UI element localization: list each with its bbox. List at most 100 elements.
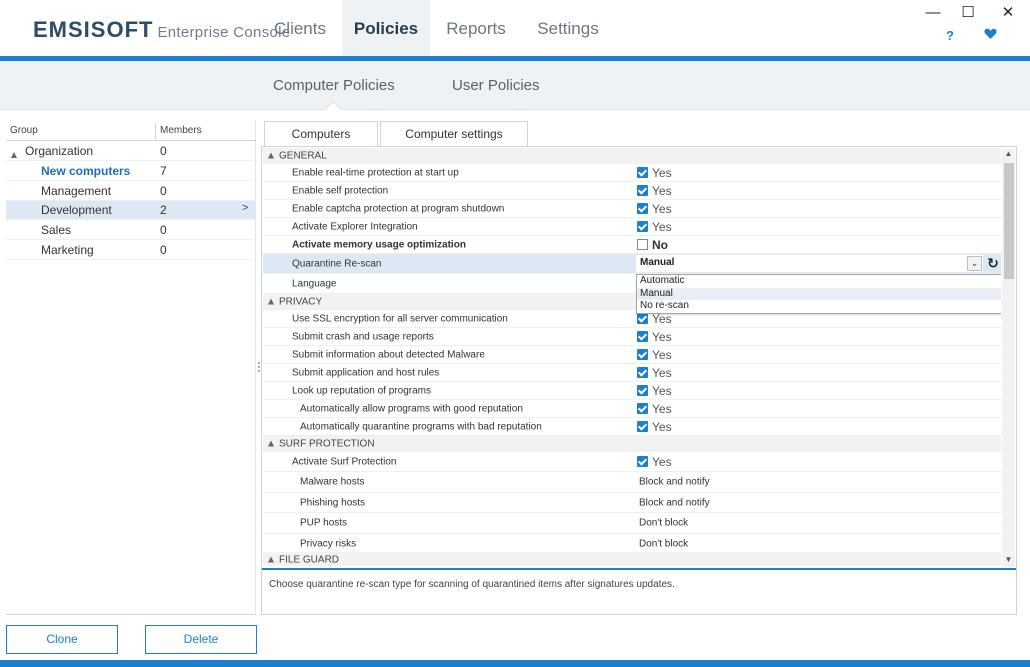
- clone-button[interactable]: Clone: [6, 625, 118, 654]
- scroll-down-icon[interactable]: ▼: [1002, 555, 1015, 567]
- group-row-new-computers[interactable]: New computers 7: [6, 162, 256, 181]
- tab-clients[interactable]: Clients: [258, 0, 342, 57]
- checkbox-checked-icon[interactable]: [637, 456, 648, 467]
- column-header-group[interactable]: Group: [10, 125, 38, 136]
- setting-value[interactable]: Yes: [637, 455, 672, 469]
- checkbox-checked-icon[interactable]: [637, 313, 648, 324]
- checkbox-checked-icon[interactable]: [637, 367, 648, 378]
- selected-value: Manual: [640, 257, 675, 268]
- setting-label: Malware hosts: [300, 476, 365, 488]
- group-name: Development: [41, 203, 112, 217]
- setting-value[interactable]: Yes: [637, 366, 672, 380]
- value-text: Yes: [652, 347, 672, 362]
- checkbox-checked-icon[interactable]: [637, 221, 648, 232]
- group-row-marketing[interactable]: Marketing 0: [6, 241, 256, 260]
- setting-row: Submit application and host rules Yes: [263, 364, 1001, 382]
- setting-row: Enable real-time protection at start up …: [263, 164, 1001, 182]
- quarantine-rescan-select[interactable]: Manual: [636, 255, 983, 272]
- group-members-count: 2: [160, 203, 167, 217]
- section-title: SURF PROTECTION: [279, 438, 375, 449]
- setting-value[interactable]: Block and notify: [639, 497, 710, 508]
- checkbox-checked-icon[interactable]: [637, 421, 648, 432]
- value-text: Yes: [652, 219, 672, 234]
- quarantine-rescan-options: Automatic Manual No re-scan: [636, 274, 1001, 314]
- checkbox-checked-icon[interactable]: [637, 349, 648, 360]
- collapse-icon[interactable]: [268, 554, 274, 565]
- setting-description: Choose quarantine re-scan type for scann…: [269, 579, 675, 590]
- tab-policies[interactable]: Policies: [342, 0, 430, 57]
- setting-row: PUP hosts Don't block: [263, 513, 1001, 534]
- collapse-icon[interactable]: [268, 150, 274, 161]
- tab-computer-settings[interactable]: Computer settings: [380, 121, 528, 148]
- setting-value[interactable]: Yes: [637, 348, 672, 362]
- setting-value[interactable]: Don't block: [639, 538, 688, 549]
- setting-label: Privacy risks: [300, 538, 357, 549]
- collapse-icon[interactable]: [11, 147, 17, 161]
- checkbox-unchecked-icon[interactable]: [637, 239, 648, 250]
- option-automatic[interactable]: Automatic: [637, 275, 1001, 288]
- delete-button[interactable]: Delete: [145, 625, 257, 654]
- tab-computers[interactable]: Computers: [264, 121, 378, 147]
- heart-icon[interactable]: [980, 28, 1000, 46]
- setting-label: Quarantine Re-scan: [292, 258, 382, 269]
- setting-label: Automatically quarantine programs with b…: [300, 421, 542, 432]
- section-surf-protection[interactable]: SURF PROTECTION: [263, 436, 1001, 452]
- setting-value[interactable]: Yes: [637, 330, 672, 344]
- collapse-icon[interactable]: [268, 438, 274, 449]
- setting-value[interactable]: Yes: [637, 402, 672, 416]
- setting-value[interactable]: Yes: [637, 220, 672, 234]
- scroll-up-icon[interactable]: ▲: [1002, 149, 1015, 161]
- chevron-down-icon[interactable]: ⌄: [967, 256, 982, 271]
- settings-grid: GENERAL Enable real-time protection at s…: [263, 148, 1001, 566]
- value-text: Yes: [652, 365, 672, 380]
- help-icon[interactable]: ?: [940, 28, 960, 46]
- setting-value[interactable]: No: [637, 238, 668, 252]
- scrollbar-thumb[interactable]: [1004, 163, 1014, 279]
- reset-icon[interactable]: ↻: [985, 255, 1001, 271]
- subtab-user-policies[interactable]: User Policies: [452, 77, 540, 94]
- option-manual[interactable]: Manual: [637, 287, 1001, 301]
- setting-value[interactable]: Yes: [637, 184, 672, 198]
- close-icon[interactable]: ✕: [997, 4, 1019, 22]
- setting-label: Use SSL encryption for all server commun…: [292, 313, 508, 324]
- setting-value[interactable]: Block and notify: [639, 477, 710, 488]
- setting-label: Enable captcha protection at program shu…: [292, 203, 505, 214]
- group-row-sales[interactable]: Sales 0: [6, 221, 256, 240]
- setting-value[interactable]: Yes: [637, 384, 672, 398]
- group-members-count: 0: [160, 144, 167, 158]
- checkbox-checked-icon[interactable]: [637, 403, 648, 414]
- option-no-rescan[interactable]: No re-scan: [637, 300, 1001, 313]
- group-row-organization[interactable]: Organization 0: [6, 142, 256, 161]
- section-general[interactable]: GENERAL: [263, 148, 1001, 164]
- setting-label: Activate Surf Protection: [292, 456, 397, 467]
- setting-value[interactable]: Yes: [637, 420, 672, 434]
- column-header-members[interactable]: Members: [160, 125, 202, 136]
- title-bar: EMSISOFT Enterprise Console Clients Polic…: [0, 0, 1030, 57]
- collapse-icon[interactable]: [268, 296, 274, 307]
- value-text: Yes: [652, 419, 672, 434]
- setting-label: PUP hosts: [300, 517, 348, 529]
- checkbox-checked-icon[interactable]: [637, 331, 648, 342]
- maximize-icon[interactable]: ☐: [957, 4, 979, 22]
- vertical-scrollbar[interactable]: ▲ ▼: [1002, 149, 1015, 567]
- checkbox-checked-icon[interactable]: [637, 167, 648, 178]
- column-divider[interactable]: [155, 123, 156, 139]
- setting-label: Enable self protection: [292, 185, 389, 196]
- subtab-computer-policies[interactable]: Computer Policies: [273, 77, 395, 94]
- group-tree-header: Group Members: [6, 121, 256, 141]
- sub-navigation: Computer Policies User Policies: [0, 61, 1030, 110]
- section-file-guard[interactable]: FILE GUARD: [263, 552, 1001, 566]
- group-row-development[interactable]: Development 2 >: [6, 201, 256, 220]
- brand-name: EMSISOFT: [33, 17, 154, 42]
- checkbox-checked-icon[interactable]: [637, 185, 648, 196]
- group-row-management[interactable]: Management 0: [6, 182, 256, 201]
- checkbox-checked-icon[interactable]: [637, 203, 648, 214]
- tab-settings[interactable]: Settings: [522, 0, 614, 57]
- checkbox-checked-icon[interactable]: [637, 385, 648, 396]
- setting-row: Look up reputation of programs Yes: [263, 382, 1001, 400]
- tab-reports[interactable]: Reports: [432, 0, 520, 57]
- setting-value[interactable]: Yes: [637, 166, 672, 180]
- setting-value[interactable]: Yes: [637, 202, 672, 216]
- setting-value[interactable]: Don't block: [639, 518, 688, 529]
- minimize-icon[interactable]: —: [922, 4, 944, 22]
